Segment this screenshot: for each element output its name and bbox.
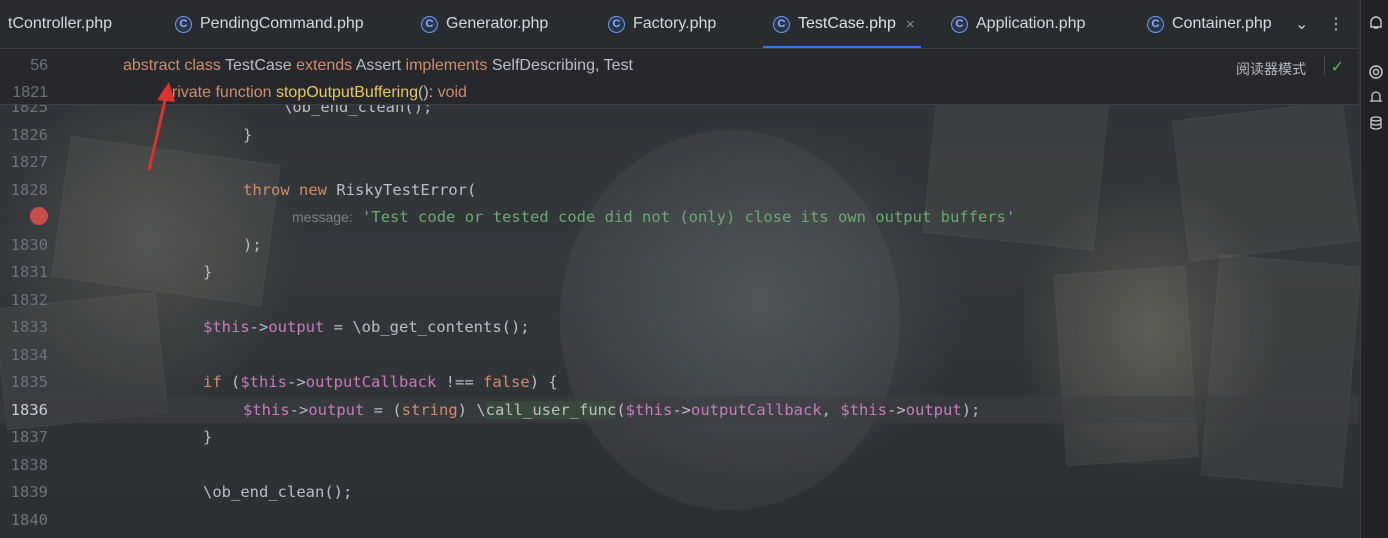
check-icon[interactable]: ✓ — [1331, 57, 1344, 77]
tab-generator[interactable]: C Generator.php — [421, 0, 548, 48]
code-line: 1828 throw new RiskyTestError( — [0, 176, 1358, 203]
code-line: 1834 — [0, 341, 1358, 368]
code-line: 1838 — [0, 451, 1358, 478]
code-line-current: 1836 $this->output = (string) \call_user… — [0, 396, 1358, 423]
code-line: 1826 } — [0, 121, 1358, 148]
sticky-line[interactable]: 56 abstract class TestCase extends Asser… — [0, 52, 1358, 79]
code-line: 1839 \ob_end_clean(); — [0, 478, 1358, 505]
code-text: private function stopOutputBuffering(): … — [163, 83, 467, 101]
ai-assistant-icon[interactable] — [1368, 64, 1384, 80]
code-text: } — [243, 125, 253, 144]
line-number: 1838 — [10, 455, 48, 474]
tab-label: tController.php — [8, 15, 113, 32]
class-icon: C — [1147, 15, 1164, 33]
code-line: 1837 } — [0, 423, 1358, 450]
bell-icon[interactable] — [1368, 89, 1384, 105]
code-line: 1835 if ($this->outputCallback !== false… — [0, 368, 1358, 395]
code-line: 1830 ); — [0, 231, 1358, 258]
code-text: $this->output = (string) \call_user_func… — [243, 400, 981, 419]
sticky-lines-header[interactable]: 56 abstract class TestCase extends Asser… — [0, 49, 1358, 105]
database-icon[interactable] — [1368, 115, 1384, 131]
sticky-line[interactable]: 1821 private function stopOutputBufferin… — [0, 79, 1358, 106]
more-vertical-icon[interactable]: ⋮ — [1328, 0, 1344, 48]
code-text: throw new RiskyTestError( — [243, 180, 477, 199]
reader-mode-button[interactable]: 阅读器模式 — [1236, 59, 1306, 79]
red-arrow-annotation — [147, 82, 175, 171]
code-text: message: 'Test code or tested code did n… — [292, 207, 1016, 226]
tab-label: Generator.php — [446, 15, 549, 32]
tab-label: Container.php — [1172, 15, 1272, 32]
class-icon: C — [608, 15, 625, 33]
tab-label: TestCase.php — [798, 15, 896, 32]
code-text: } — [203, 427, 213, 446]
line-number: 1833 — [10, 317, 48, 336]
line-number: 1827 — [10, 152, 48, 171]
code-line: 1840 — [0, 506, 1358, 533]
divider — [1324, 57, 1325, 75]
line-number: 1837 — [10, 427, 48, 446]
line-number: 56 — [30, 56, 48, 74]
breakpoint-marker[interactable] — [30, 207, 48, 225]
line-number: 1826 — [10, 125, 48, 144]
tab-label: PendingCommand.php — [200, 15, 364, 32]
code-text: abstract class TestCase extends Assert i… — [123, 56, 633, 74]
tab-pendingcommand[interactable]: C PendingCommand.php — [175, 0, 364, 48]
code-text: } — [203, 262, 213, 281]
code-line: 1833 $this->output = \ob_get_contents(); — [0, 313, 1358, 340]
right-tool-window-strip — [1360, 0, 1388, 538]
line-number: 1828 — [10, 180, 48, 199]
line-number: 1832 — [10, 290, 48, 309]
code-text: ); — [243, 235, 262, 254]
editor-tab-bar: tController.php C PendingCommand.php C G… — [0, 0, 1358, 49]
line-number: 1830 — [10, 235, 48, 254]
class-icon: C — [773, 15, 790, 33]
line-number: 1831 — [10, 262, 48, 281]
class-icon: C — [175, 15, 192, 33]
code-text: $this->output = \ob_get_contents(); — [203, 317, 530, 336]
code-line: 1827 — [0, 148, 1358, 175]
code-line: 1831 } — [0, 258, 1358, 285]
line-number: 1834 — [10, 345, 48, 364]
class-icon: C — [421, 15, 438, 33]
code-text: \ob_end_clean(); — [203, 482, 353, 501]
line-number: 1821 — [12, 83, 48, 101]
code-line: message: 'Test code or tested code did n… — [0, 203, 1358, 230]
tab-label: Application.php — [976, 15, 1086, 32]
line-number: 1836 — [10, 400, 48, 419]
tab-container[interactable]: C Container.php — [1147, 0, 1277, 48]
parameter-hint: message: — [292, 208, 353, 225]
code-text: if ($this->outputCallback !== false) { — [203, 372, 558, 391]
line-number: 1835 — [10, 372, 48, 391]
tab-controller[interactable]: tController.php — [8, 0, 112, 48]
notifications-icon[interactable] — [1368, 15, 1384, 31]
close-icon[interactable]: × — [906, 16, 915, 33]
class-icon: C — [951, 15, 968, 33]
tab-factory[interactable]: C Factory.php — [608, 0, 716, 48]
tab-label: Factory.php — [633, 15, 717, 32]
tab-testcase[interactable]: C TestCase.php × — [763, 0, 921, 48]
chevron-down-icon[interactable]: ⌄ — [1295, 0, 1308, 48]
code-line: 1832 — [0, 286, 1358, 313]
code-editor[interactable]: 1825 \ob_end_clean(); 1826 } 1827 1828 t… — [0, 49, 1358, 538]
line-number: 1840 — [10, 510, 48, 529]
line-number: 1839 — [10, 482, 48, 501]
tab-application[interactable]: C Application.php — [951, 0, 1085, 48]
